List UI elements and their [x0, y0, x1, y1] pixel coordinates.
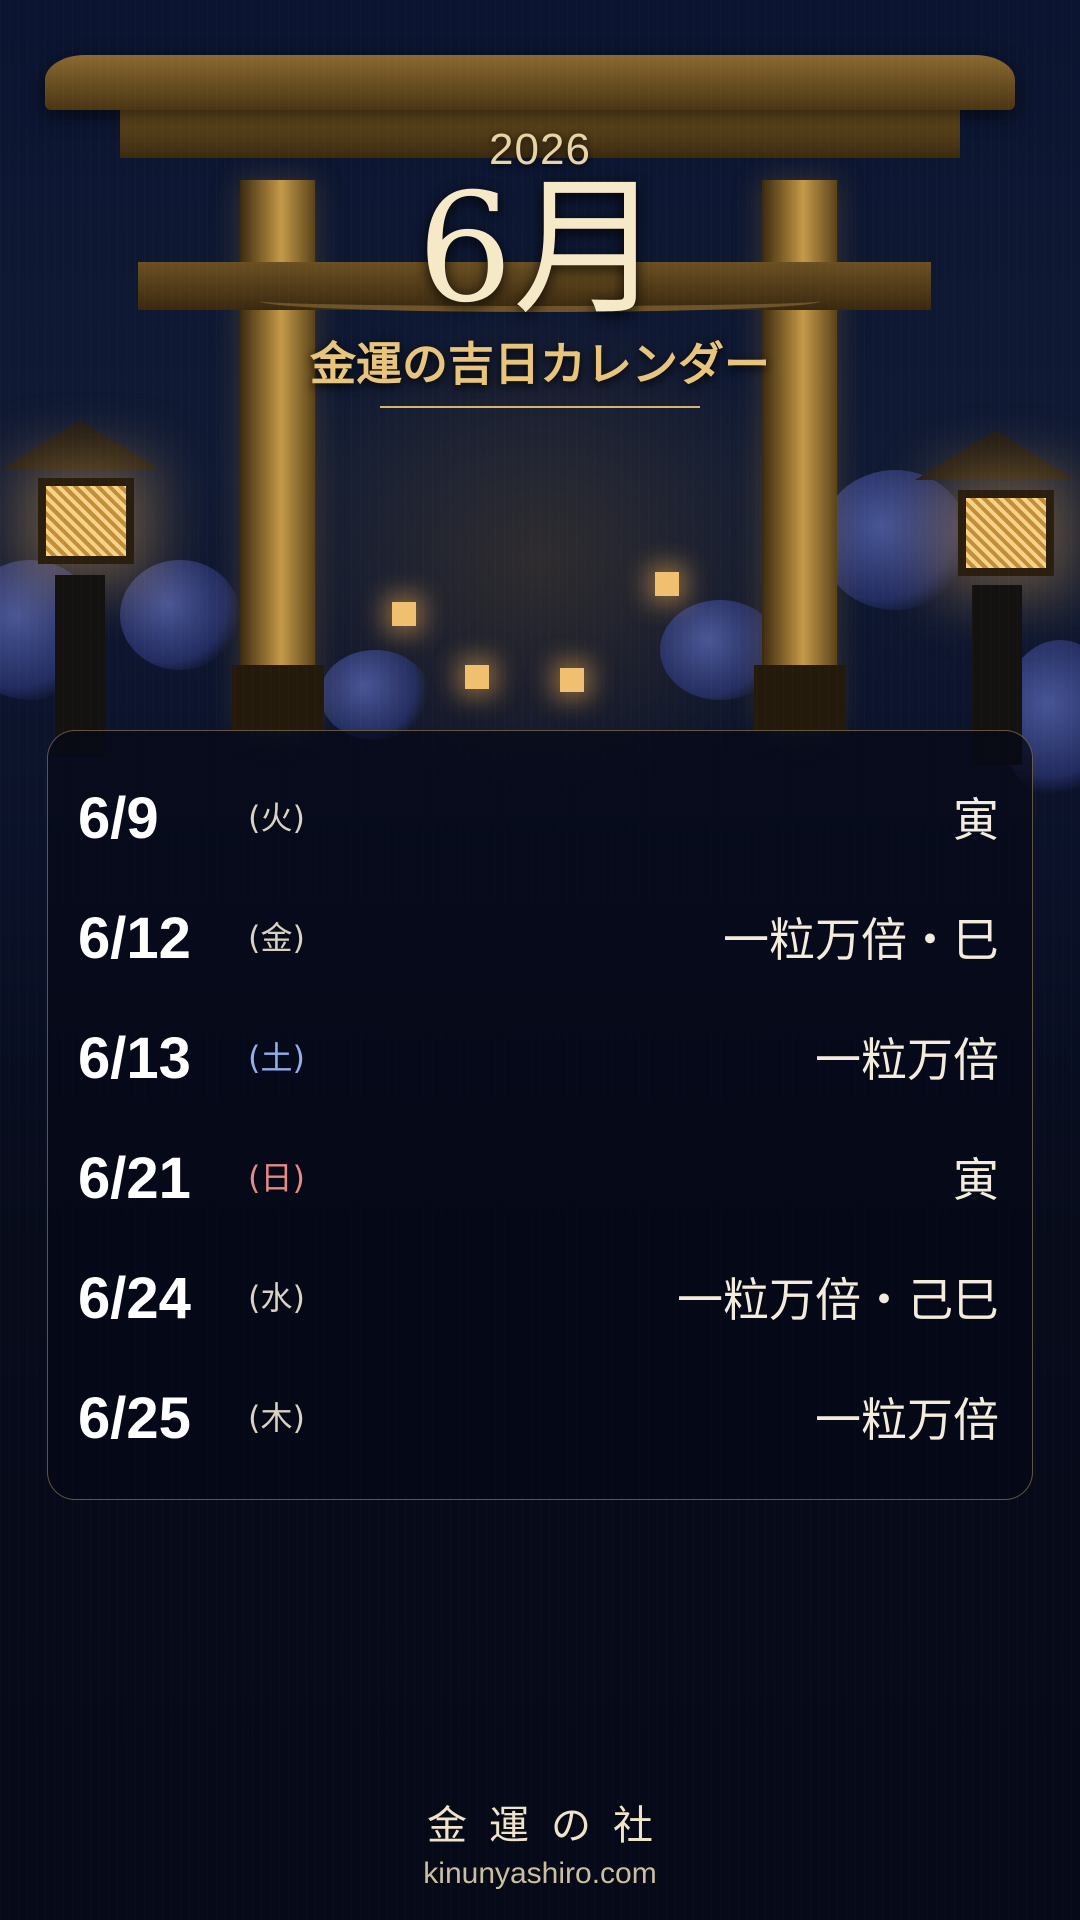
month-title: 6月: [417, 162, 663, 336]
day-lucky-label: 寅: [953, 1153, 999, 1207]
day-weekday: (日): [248, 1159, 305, 1197]
day-date: 6/13: [78, 1026, 191, 1091]
calendar-header: 2026 6月 金運の吉日カレンダー: [0, 122, 1080, 408]
calendar-subtitle: 金運の吉日カレンダー: [310, 337, 770, 391]
day-row: 6/21 (日) 寅: [48, 1136, 1032, 1226]
day-weekday: (水): [248, 1279, 305, 1317]
day-lucky-label: 一粒万倍・己巳: [677, 1273, 999, 1327]
day-row: 6/24 (水) 一粒万倍・己巳: [48, 1256, 1032, 1346]
day-weekday: (木): [248, 1399, 305, 1437]
day-lucky-label: 寅: [953, 793, 999, 847]
day-date: 6/24: [78, 1266, 191, 1331]
day-weekday: (土): [248, 1039, 305, 1077]
website-url[interactable]: kinunyashiro.com: [0, 1854, 1080, 1894]
day-date: 6/12: [78, 906, 191, 971]
day-weekday: (金): [248, 919, 305, 957]
header-divider: [380, 406, 700, 408]
day-date: 6/21: [78, 1146, 191, 1211]
brand-name: 金運の社: [427, 1803, 675, 1849]
day-weekday: (火): [248, 799, 305, 837]
day-lucky-label: 一粒万倍: [815, 1033, 999, 1087]
day-row: 6/12 (金) 一粒万倍・巳: [48, 896, 1032, 986]
day-row: 6/9 (火) 寅: [48, 776, 1032, 866]
day-date: 6/9: [78, 786, 159, 851]
day-row: 6/13 (土) 一粒万倍: [48, 1016, 1032, 1106]
footer: 金運の社 kinunyashiro.com: [0, 1800, 1080, 1894]
lucky-days-card: 6/9 (火) 寅 6/12 (金) 一粒万倍・巳 6/13 (土) 一粒万倍 …: [47, 730, 1033, 1500]
day-lucky-label: 一粒万倍: [815, 1393, 999, 1447]
day-row: 6/25 (木) 一粒万倍: [48, 1376, 1032, 1466]
day-lucky-label: 一粒万倍・巳: [723, 913, 999, 967]
day-date: 6/25: [78, 1386, 191, 1451]
